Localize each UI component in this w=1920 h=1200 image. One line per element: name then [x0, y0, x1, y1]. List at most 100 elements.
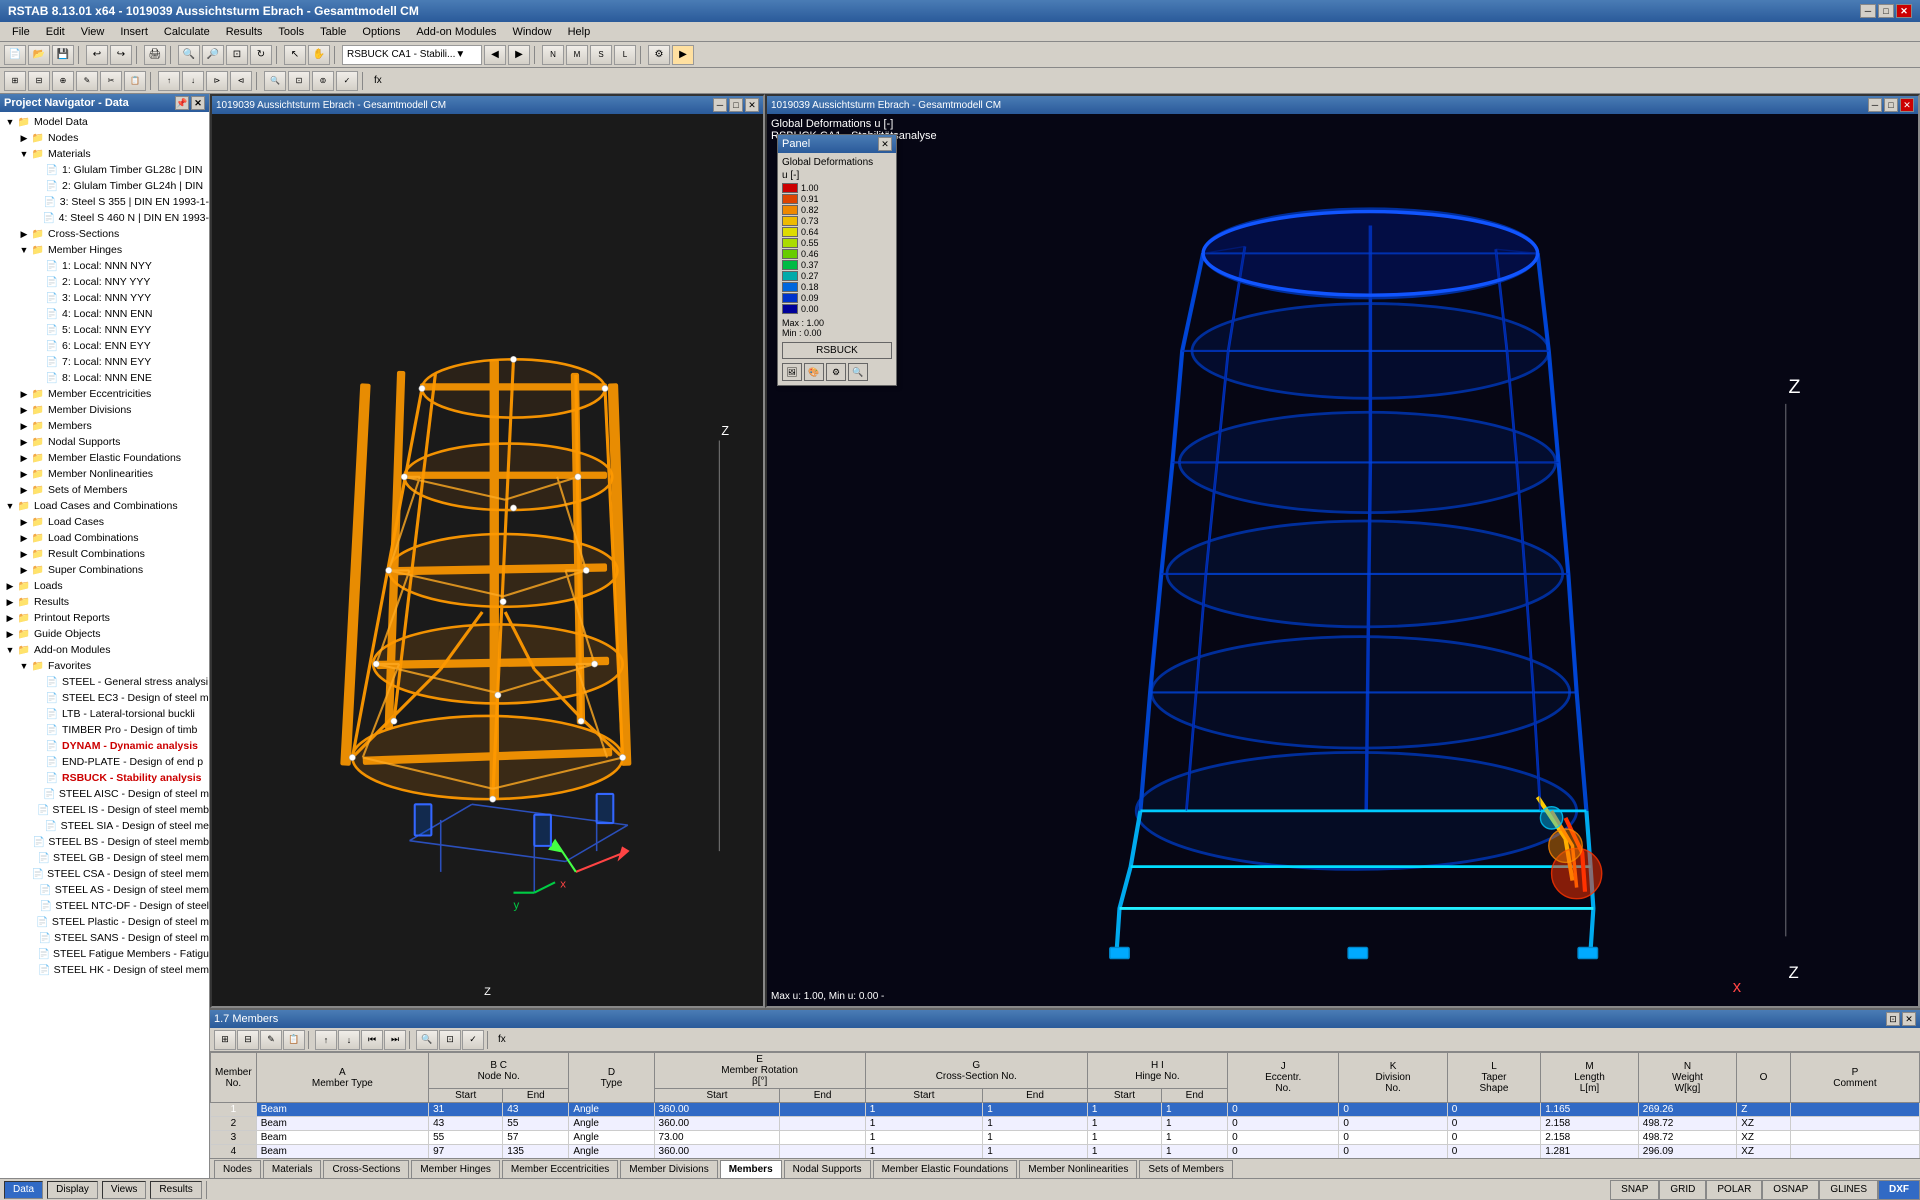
panel-icon-3[interactable]: ⚙: [826, 363, 846, 381]
table-cell-3-0[interactable]: 4: [211, 1145, 257, 1159]
table-row[interactable]: 3Beam5557Angle73.0011110002.158498.72XZ: [211, 1131, 1920, 1145]
tree-toggle-2[interactable]: ▼: [18, 148, 30, 160]
tb2-12[interactable]: ⊡: [288, 71, 310, 91]
table-cell-0-4[interactable]: Angle: [569, 1103, 654, 1117]
maximize-button[interactable]: □: [1878, 4, 1894, 18]
tree-item-27[interactable]: ▶📁Result Combinations: [0, 546, 209, 562]
table-cell-2-5[interactable]: 73.00: [654, 1131, 780, 1145]
table-cell-3-5[interactable]: 360.00: [654, 1145, 780, 1159]
tree-toggle-17[interactable]: ▶: [18, 388, 30, 400]
vp-left-body[interactable]: Z: [212, 114, 763, 1006]
tb-pan[interactable]: ✋: [308, 45, 330, 65]
table-cell-1-11[interactable]: 0: [1228, 1117, 1339, 1131]
table-cell-2-16[interactable]: XZ: [1737, 1131, 1791, 1145]
tree-item-10[interactable]: 📄2: Local: NNY YYY: [0, 274, 209, 290]
menu-file[interactable]: File: [4, 24, 38, 40]
table-cell-3-13[interactable]: 0: [1447, 1145, 1540, 1159]
tree-item-3[interactable]: 📄1: Glulam Timber GL28c | DIN: [0, 162, 209, 178]
tree-item-15[interactable]: 📄7: Local: NNN EYY: [0, 354, 209, 370]
table-cell-3-7[interactable]: 1: [865, 1145, 983, 1159]
tree-item-35[interactable]: 📄STEEL - General stress analysi: [0, 674, 209, 690]
tree-toggle-23[interactable]: ▶: [18, 484, 30, 496]
menu-options[interactable]: Options: [354, 24, 408, 40]
table-cell-3-12[interactable]: 0: [1339, 1145, 1447, 1159]
tree-item-53[interactable]: 📄STEEL HK - Design of steel mem: [0, 962, 209, 978]
tree-item-22[interactable]: ▶📁Member Nonlinearities: [0, 466, 209, 482]
tb-member[interactable]: M: [566, 45, 588, 65]
tb2-5[interactable]: ✂: [100, 71, 122, 91]
tree-toggle-34[interactable]: ▼: [18, 660, 30, 672]
panel-icon-1[interactable]: 🖼: [782, 363, 802, 381]
status-tab-views[interactable]: Views: [102, 1181, 147, 1199]
tree-item-40[interactable]: 📄END-PLATE - Design of end p: [0, 754, 209, 770]
tb-save[interactable]: 💾: [52, 45, 74, 65]
vp-right-close[interactable]: ✕: [1900, 98, 1914, 112]
tree-item-31[interactable]: ▶📁Printout Reports: [0, 610, 209, 626]
table-cell-3-1[interactable]: Beam: [256, 1145, 428, 1159]
tab-member-divisions[interactable]: Member Divisions: [620, 1160, 717, 1178]
tb2-14[interactable]: ✓: [336, 71, 358, 91]
ttb-del[interactable]: ⊟: [237, 1030, 259, 1050]
table-cell-0-17[interactable]: [1790, 1103, 1919, 1117]
table-cell-3-3[interactable]: 135: [503, 1145, 569, 1159]
menu-calculate[interactable]: Calculate: [156, 24, 218, 40]
tree-toggle-8[interactable]: ▼: [18, 244, 30, 256]
table-cell-2-6[interactable]: [780, 1131, 865, 1145]
tree-item-6[interactable]: 📄4: Steel S 460 N | DIN EN 1993-: [0, 210, 209, 226]
grid-button[interactable]: GRID: [1659, 1180, 1706, 1200]
table-row[interactable]: 2Beam4355Angle360.0011110002.158498.72XZ: [211, 1117, 1920, 1131]
table-content[interactable]: MemberNo. AMember Type B CNode No. DType…: [210, 1052, 1920, 1158]
tree-toggle-25[interactable]: ▶: [18, 516, 30, 528]
tb-prev[interactable]: ◀: [484, 45, 506, 65]
menu-view[interactable]: View: [73, 24, 113, 40]
table-cell-0-7[interactable]: 1: [865, 1103, 983, 1117]
tree-toggle-19[interactable]: ▶: [18, 420, 30, 432]
tree-item-45[interactable]: 📄STEEL BS - Design of steel memb: [0, 834, 209, 850]
tab-members[interactable]: Members: [720, 1160, 782, 1178]
ttb-up[interactable]: ↑: [315, 1030, 337, 1050]
tree-item-8[interactable]: ▼📁Member Hinges: [0, 242, 209, 258]
table-cell-3-16[interactable]: XZ: [1737, 1145, 1791, 1159]
vp-right-body[interactable]: Global Deformations u [-] RSBUCK CA1 - S…: [767, 114, 1918, 1006]
tree-item-20[interactable]: ▶📁Nodal Supports: [0, 434, 209, 450]
table-cell-0-13[interactable]: 0: [1447, 1103, 1540, 1117]
tab-nodes[interactable]: Nodes: [214, 1160, 261, 1178]
ttb-check[interactable]: ✓: [462, 1030, 484, 1050]
table-cell-2-9[interactable]: 1: [1087, 1131, 1161, 1145]
tb-new[interactable]: 📄: [4, 45, 26, 65]
tree-item-38[interactable]: 📄TIMBER Pro - Design of timb: [0, 722, 209, 738]
tb-surface[interactable]: S: [590, 45, 612, 65]
tree-toggle-32[interactable]: ▶: [4, 628, 16, 640]
tb-rotate[interactable]: ↻: [250, 45, 272, 65]
table-cell-3-9[interactable]: 1: [1087, 1145, 1161, 1159]
panel-close-button[interactable]: ✕: [878, 137, 892, 151]
table-cell-1-6[interactable]: [780, 1117, 865, 1131]
ttb-sort[interactable]: ⊡: [439, 1030, 461, 1050]
tab-member-elastic-foundations[interactable]: Member Elastic Foundations: [873, 1160, 1018, 1178]
tree-toggle-28[interactable]: ▶: [18, 564, 30, 576]
status-tab-display[interactable]: Display: [47, 1181, 98, 1199]
table-cell-1-14[interactable]: 2.158: [1541, 1117, 1639, 1131]
table-cell-2-15[interactable]: 498.72: [1638, 1131, 1736, 1145]
tree-toggle-22[interactable]: ▶: [18, 468, 30, 480]
close-button[interactable]: ✕: [1896, 4, 1912, 18]
menu-insert[interactable]: Insert: [112, 24, 156, 40]
tree-item-52[interactable]: 📄STEEL Fatigue Members - Fatigu: [0, 946, 209, 962]
vp-left-minimize[interactable]: ─: [713, 98, 727, 112]
table-cell-1-12[interactable]: 0: [1339, 1117, 1447, 1131]
tree-item-34[interactable]: ▼📁Favorites: [0, 658, 209, 674]
tree-item-44[interactable]: 📄STEEL SIA - Design of steel me: [0, 818, 209, 834]
tb-calc[interactable]: ▶: [672, 45, 694, 65]
ttb-last[interactable]: ⏭: [384, 1030, 406, 1050]
status-tab-data[interactable]: Data: [4, 1181, 43, 1199]
nav-pin-button[interactable]: 📌: [175, 96, 189, 110]
table-cell-1-5[interactable]: 360.00: [654, 1117, 780, 1131]
table-cell-2-0[interactable]: 3: [211, 1131, 257, 1145]
table-cell-2-7[interactable]: 1: [865, 1131, 983, 1145]
tree-item-48[interactable]: 📄STEEL AS - Design of steel mem: [0, 882, 209, 898]
table-row[interactable]: 1Beam3143Angle360.0011110001.165269.26Z: [211, 1103, 1920, 1117]
table-cell-2-2[interactable]: 55: [429, 1131, 503, 1145]
polar-button[interactable]: POLAR: [1706, 1180, 1762, 1200]
tb-open[interactable]: 📂: [28, 45, 50, 65]
table-row[interactable]: 4Beam97135Angle360.0011110001.281296.09X…: [211, 1145, 1920, 1159]
